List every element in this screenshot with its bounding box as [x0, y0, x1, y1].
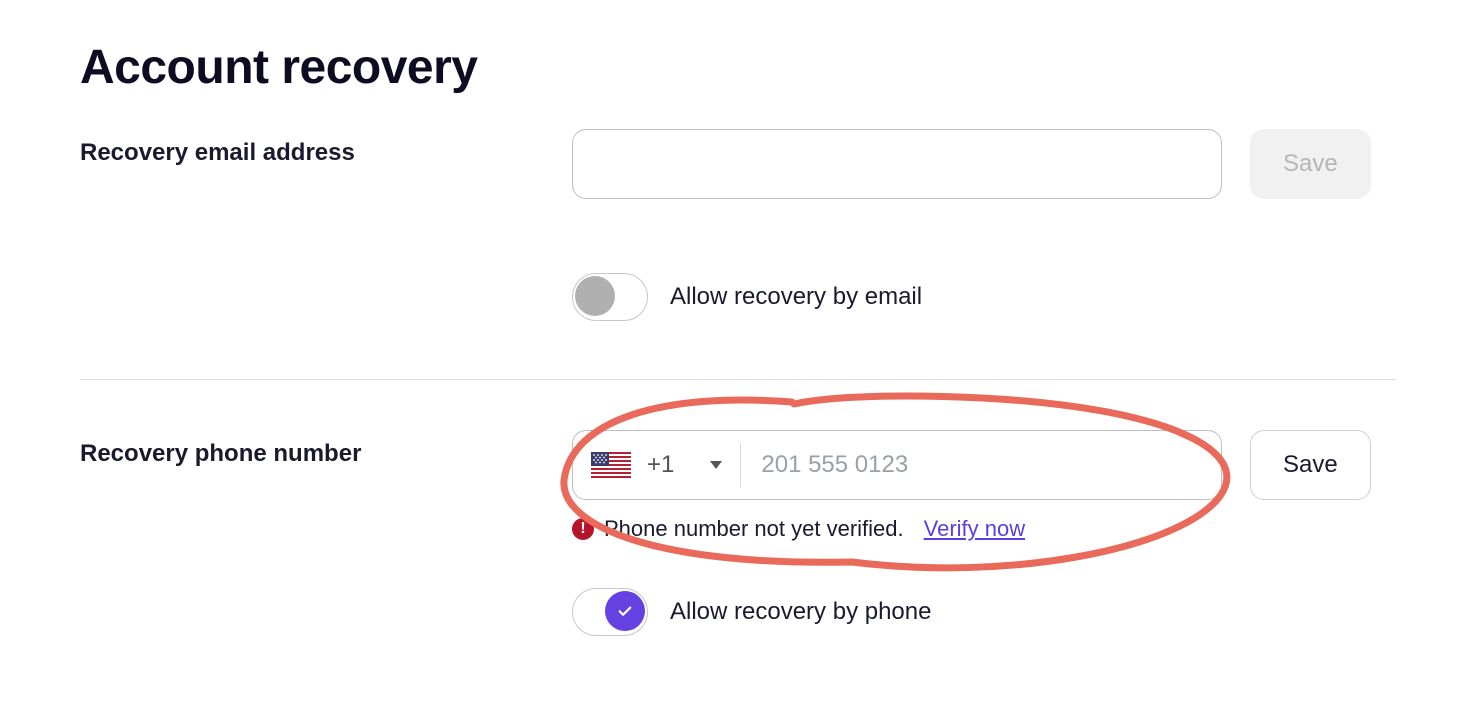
- recovery-email-label: Recovery email address: [80, 139, 540, 167]
- chevron-down-icon: [710, 461, 722, 469]
- allow-phone-toggle-label: Allow recovery by phone: [670, 598, 931, 626]
- allow-email-toggle-label: Allow recovery by email: [670, 283, 922, 311]
- alert-icon: !: [572, 518, 594, 540]
- save-email-button[interactable]: Save: [1250, 129, 1371, 199]
- country-code-select[interactable]: +1: [573, 443, 741, 487]
- phone-verify-message: ! Phone number not yet verified. Verify …: [572, 516, 1396, 542]
- recovery-email-row: Recovery email address Save Allow recove…: [80, 129, 1396, 321]
- section-divider: [80, 379, 1396, 380]
- check-icon: [616, 602, 634, 620]
- verify-now-link[interactable]: Verify now: [924, 516, 1026, 542]
- recovery-phone-row: Recovery phone number: [80, 430, 1396, 636]
- page-title: Account recovery: [80, 40, 1396, 95]
- country-dial-code: +1: [647, 451, 674, 479]
- recovery-email-input[interactable]: [572, 129, 1222, 199]
- save-phone-button[interactable]: Save: [1250, 430, 1371, 500]
- allow-phone-toggle[interactable]: [572, 588, 648, 636]
- allow-email-toggle[interactable]: [572, 273, 648, 321]
- recovery-phone-field: +1: [572, 430, 1222, 500]
- phone-verify-text: Phone number not yet verified.: [604, 516, 904, 542]
- us-flag-icon: [591, 452, 631, 478]
- recovery-phone-label: Recovery phone number: [80, 440, 540, 468]
- recovery-phone-input[interactable]: [741, 431, 1221, 499]
